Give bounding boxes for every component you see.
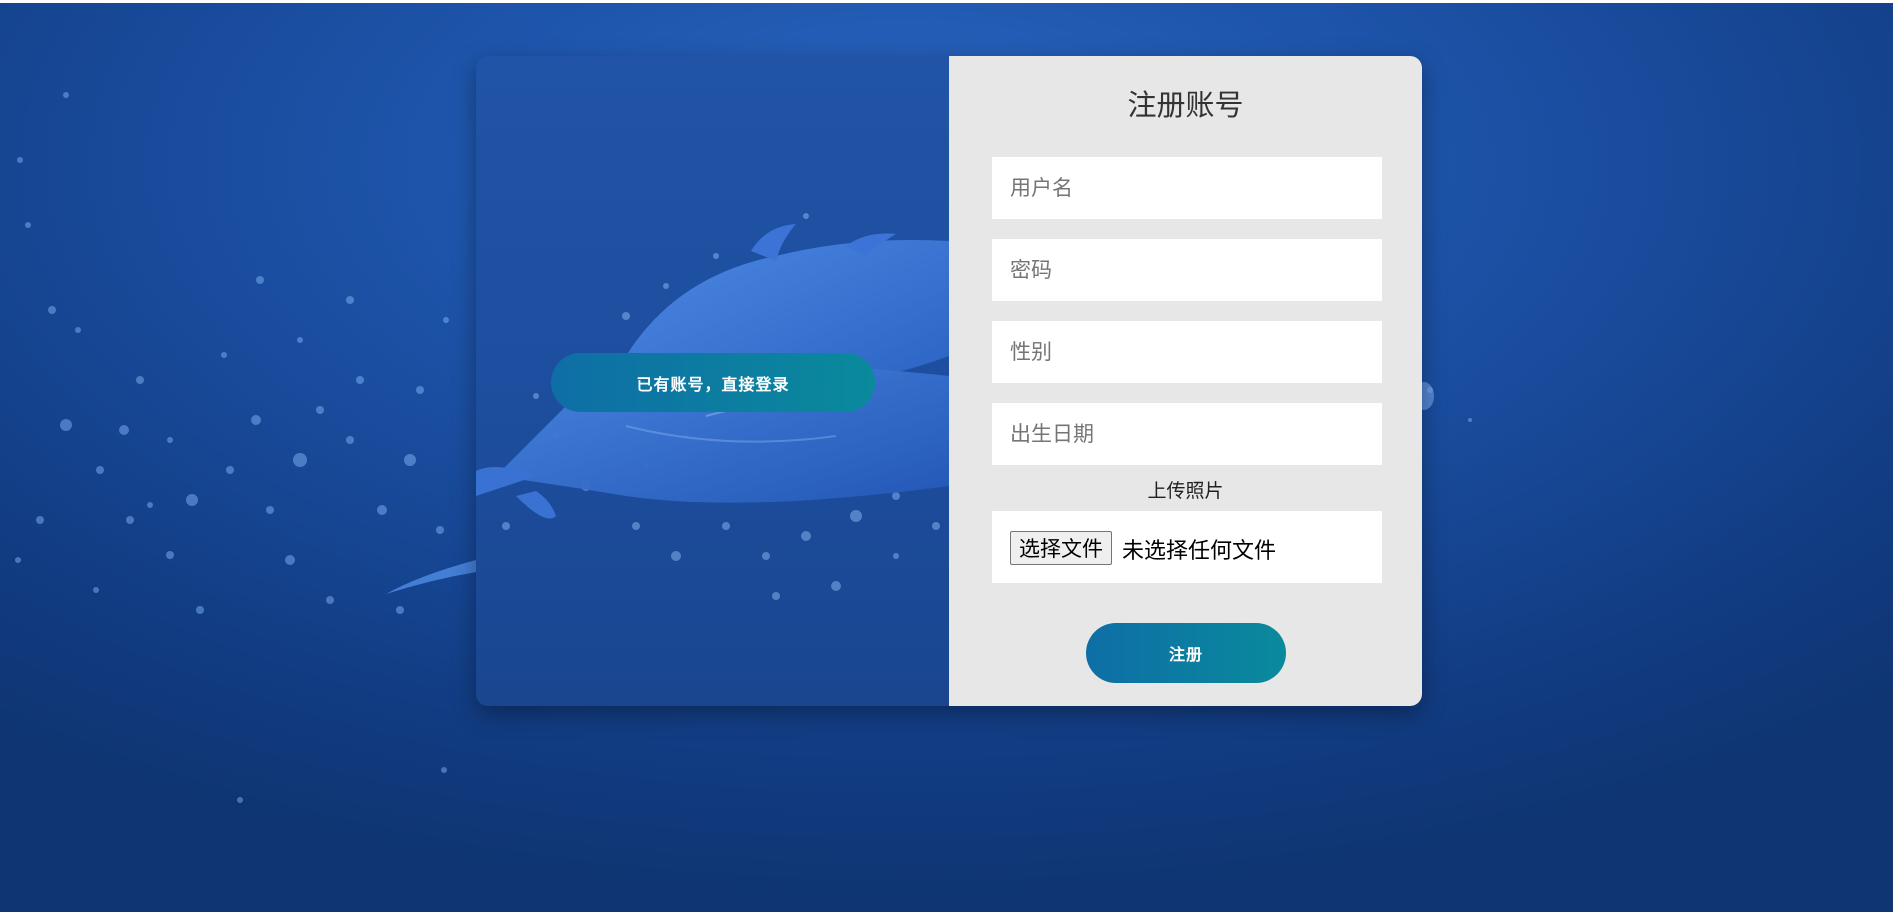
upload-photo-label: 上传照片: [1147, 480, 1224, 502]
birthdate-input[interactable]: [992, 403, 1382, 465]
file-upload-field: 选择文件 未选择任何文件: [992, 511, 1382, 583]
username-input[interactable]: [992, 157, 1382, 219]
form-title: 注册账号: [1127, 88, 1244, 122]
go-to-login-button[interactable]: 已有账号，直接登录: [551, 353, 875, 412]
file-status-text: 未选择任何文件: [1122, 539, 1277, 564]
choose-file-button[interactable]: 选择文件: [1010, 531, 1112, 565]
gender-input[interactable]: [992, 321, 1382, 383]
register-button[interactable]: 注册: [1086, 623, 1286, 683]
password-input[interactable]: [992, 239, 1382, 301]
auth-card: 已有账号，直接登录 注册账号 上传照片 选择文件 未选择任何文件 注册: [476, 56, 1422, 706]
register-form-panel: 注册账号 上传照片 选择文件 未选择任何文件 注册: [949, 56, 1422, 706]
illustration-panel: 已有账号，直接登录: [476, 56, 950, 706]
